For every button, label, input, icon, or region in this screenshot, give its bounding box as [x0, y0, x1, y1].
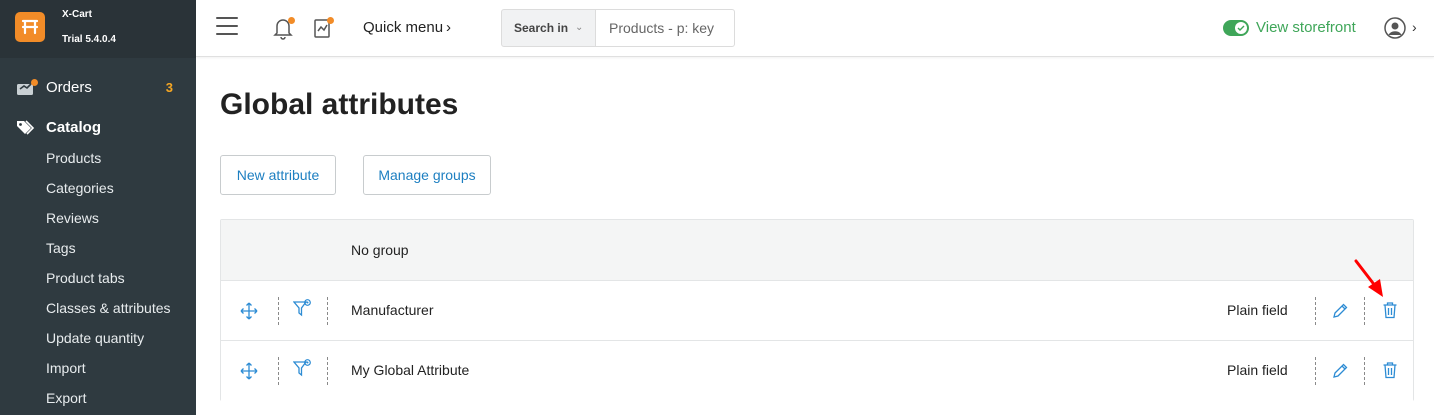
- search-in-dropdown[interactable]: Search in ⌄: [501, 9, 596, 47]
- divider: [1315, 297, 1316, 325]
- table-row: My Global Attribute Plain field: [221, 341, 1413, 401]
- chevron-right-icon: ›: [446, 19, 451, 36]
- divider: [278, 357, 279, 385]
- sidebar-item-product-tabs[interactable]: Product tabs: [46, 270, 125, 286]
- search-in-label: Search in: [514, 21, 569, 35]
- attribute-name[interactable]: Manufacturer: [351, 302, 433, 318]
- annotation-arrow-icon: [1350, 257, 1390, 306]
- brand-version: Trial 5.4.0.4: [62, 34, 116, 45]
- brand-header: X-Cart Trial 5.4.0.4: [0, 0, 196, 58]
- sidebar-item-reviews[interactable]: Reviews: [46, 210, 99, 226]
- sidebar: X-Cart Trial 5.4.0.4 Orders 3 Catalog Pr…: [0, 0, 196, 415]
- xcart-logo-icon[interactable]: [15, 12, 45, 42]
- chevron-down-icon: ⌄: [575, 22, 584, 33]
- divider: [327, 297, 328, 325]
- page-title: Global attributes: [220, 88, 459, 121]
- sidebar-item-label: Catalog: [46, 119, 102, 136]
- move-icon[interactable]: [240, 302, 258, 325]
- sidebar-item-tags[interactable]: Tags: [46, 240, 76, 256]
- attributes-table: No group Manufacturer Plain field My Glo…: [220, 219, 1414, 401]
- hamburger-icon[interactable]: [216, 17, 238, 37]
- sidebar-item-orders[interactable]: Orders 3: [0, 73, 196, 103]
- sidebar-item-import[interactable]: Import: [46, 360, 86, 376]
- new-attribute-button[interactable]: New attribute: [220, 155, 336, 195]
- quick-menu-button[interactable]: Quick menu: [363, 19, 443, 36]
- storefront-toggle[interactable]: [1223, 20, 1249, 36]
- pencil-icon[interactable]: [1331, 302, 1349, 325]
- pencil-icon[interactable]: [1331, 362, 1349, 385]
- chevron-right-icon: ›: [1412, 19, 1417, 35]
- view-storefront-link[interactable]: View storefront: [1256, 19, 1356, 36]
- divider: [278, 297, 279, 325]
- table-row: Manufacturer Plain field: [221, 281, 1413, 341]
- brand-name: X-Cart: [62, 9, 93, 20]
- group-header: No group: [221, 220, 1413, 281]
- attribute-type: Plain field: [1227, 362, 1288, 378]
- orders-notification-dot: [31, 79, 38, 86]
- top-bar: Quick menu › Search in ⌄ View storefront…: [196, 0, 1434, 57]
- divider: [1315, 357, 1316, 385]
- divider: [327, 357, 328, 385]
- move-icon[interactable]: [240, 362, 258, 385]
- sidebar-item-catalog[interactable]: Catalog: [0, 113, 196, 143]
- filter-icon[interactable]: [292, 359, 313, 384]
- sidebar-item-export[interactable]: Export: [46, 390, 86, 406]
- filter-icon[interactable]: [292, 299, 313, 324]
- divider: [1364, 357, 1365, 385]
- sidebar-item-products[interactable]: Products: [46, 150, 101, 166]
- orders-count-badge: 3: [165, 80, 173, 95]
- message-dot: [327, 17, 334, 24]
- trash-icon[interactable]: [1382, 361, 1398, 384]
- user-icon[interactable]: [1384, 17, 1406, 44]
- sidebar-item-categories[interactable]: Categories: [46, 180, 114, 196]
- attribute-name[interactable]: My Global Attribute: [351, 362, 469, 378]
- tags-icon: [16, 120, 36, 141]
- notification-dot: [288, 17, 295, 24]
- manage-groups-button[interactable]: Manage groups: [363, 155, 491, 195]
- sidebar-item-label: Orders: [46, 79, 92, 96]
- sidebar-item-classes-attributes[interactable]: Classes & attributes: [46, 300, 171, 316]
- sidebar-item-update-quantity[interactable]: Update quantity: [46, 330, 144, 346]
- search-input[interactable]: [595, 9, 735, 47]
- attribute-type: Plain field: [1227, 302, 1288, 318]
- toggle-knob: [1235, 22, 1247, 34]
- group-label: No group: [351, 242, 409, 258]
